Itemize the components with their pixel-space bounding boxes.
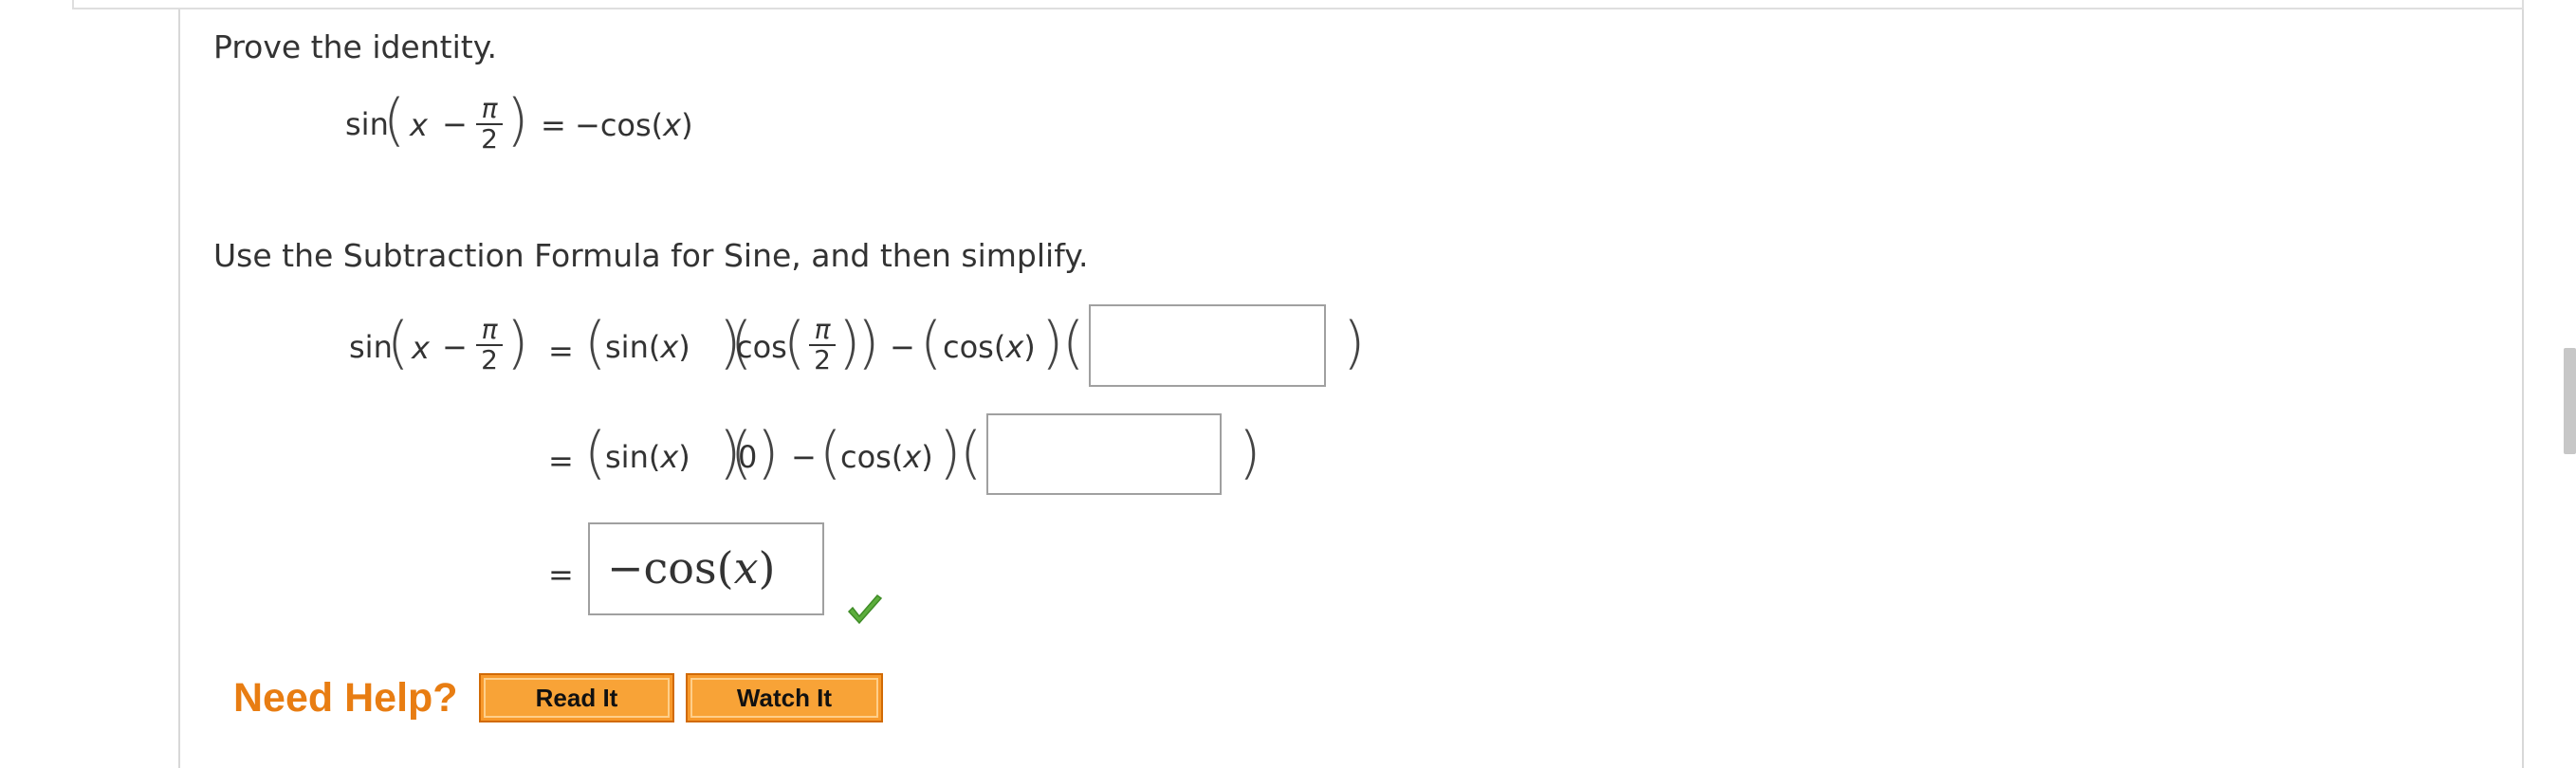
rhs-variable: x [663, 107, 682, 143]
top-frame-border [72, 0, 2524, 9]
open-paren: ( [383, 87, 406, 154]
sin-x-prefix: sin( [605, 329, 661, 365]
close-paren: ) [1239, 420, 1261, 486]
open-paren: ( [783, 310, 806, 376]
close-paren: ) [506, 310, 529, 376]
question-panel [178, 9, 2524, 768]
fraction-denominator: 2 [814, 344, 831, 375]
cos-x-variable: x [903, 439, 922, 475]
step-instruction-text: Use the Subtraction Formula for Sine, an… [213, 237, 1089, 274]
cos-x-suffix: ) [1023, 329, 1036, 365]
pi-over-two-fraction: π 2 [475, 95, 504, 154]
sin-function: sin [345, 106, 389, 142]
open-paren: ( [387, 310, 410, 376]
watch-it-button[interactable]: Watch It [686, 673, 883, 722]
pi-over-two-fraction: π 2 [475, 316, 504, 375]
cos-x-suffix: ) [921, 439, 933, 475]
close-paren: ) [506, 87, 529, 154]
sin-x-term: sin(x) [605, 438, 690, 476]
sin-x-prefix: sin( [605, 439, 661, 475]
cos-function: cos [736, 329, 787, 365]
sin-x-variable: x [660, 439, 679, 475]
open-paren: ( [960, 420, 983, 486]
scrollbar-thumb[interactable] [2564, 348, 2576, 454]
rhs-expression: −cos(x) [575, 106, 693, 144]
watch-it-label: Watch It [690, 678, 878, 718]
close-paren: ) [939, 420, 962, 486]
pi-over-two-fraction: π 2 [808, 316, 837, 375]
open-paren: ( [819, 420, 842, 486]
minus-sign: − [442, 329, 468, 365]
close-paren: ) [1041, 310, 1064, 376]
rhs-prefix: −cos( [575, 107, 664, 143]
open-paren: ( [584, 420, 607, 486]
answer-input-2[interactable] [986, 413, 1222, 495]
cos-x-variable: x [1005, 329, 1024, 365]
answer-open-paren: ( [716, 542, 734, 594]
minus-sign: − [890, 329, 915, 365]
open-paren: ( [920, 310, 943, 376]
zero-value: 0 [738, 439, 758, 475]
read-it-button[interactable]: Read It [479, 673, 674, 722]
sin-function: sin [349, 329, 393, 365]
open-paren: ( [1062, 310, 1085, 376]
variable-x: x [410, 107, 428, 143]
need-help-label: Need Help? [233, 675, 458, 721]
equals-sign: = [548, 443, 574, 479]
cos-x-term: cos(x) [840, 438, 933, 476]
answer-input-3[interactable]: −cos(x) [588, 522, 824, 615]
sin-x-variable: x [660, 329, 679, 365]
answer-input-1[interactable] [1089, 304, 1326, 387]
variable-x: x [412, 330, 430, 366]
fraction-numerator: π [814, 314, 831, 345]
fraction-numerator: π [481, 93, 498, 124]
equals-sign: = [548, 333, 574, 369]
instruction-text: Prove the identity. [213, 28, 498, 65]
minus-sign: − [442, 106, 468, 142]
close-paren: ) [757, 420, 780, 486]
close-paren: ) [857, 310, 880, 376]
fraction-denominator: 2 [481, 344, 498, 375]
equals-sign: = [548, 557, 574, 593]
equals-sign: = [541, 107, 566, 143]
fraction-numerator: π [481, 314, 498, 345]
rhs-suffix: ) [681, 107, 693, 143]
open-paren: ( [584, 310, 607, 376]
close-paren: ) [1343, 310, 1366, 376]
correct-check-icon [847, 594, 883, 625]
answer-variable: x [733, 542, 759, 594]
minus-sign: − [791, 439, 817, 475]
cos-x-prefix: cos( [840, 439, 904, 475]
cos-x-prefix: cos( [943, 329, 1006, 365]
sin-x-term: sin(x) [605, 328, 690, 366]
cos-x-term: cos(x) [943, 328, 1036, 366]
sin-x-suffix: ) [678, 439, 690, 475]
answer-prefix: −cos [607, 542, 717, 594]
fraction-denominator: 2 [481, 123, 498, 155]
read-it-label: Read It [484, 678, 670, 718]
sin-x-suffix: ) [678, 329, 690, 365]
answer-close-paren: ) [758, 542, 776, 594]
